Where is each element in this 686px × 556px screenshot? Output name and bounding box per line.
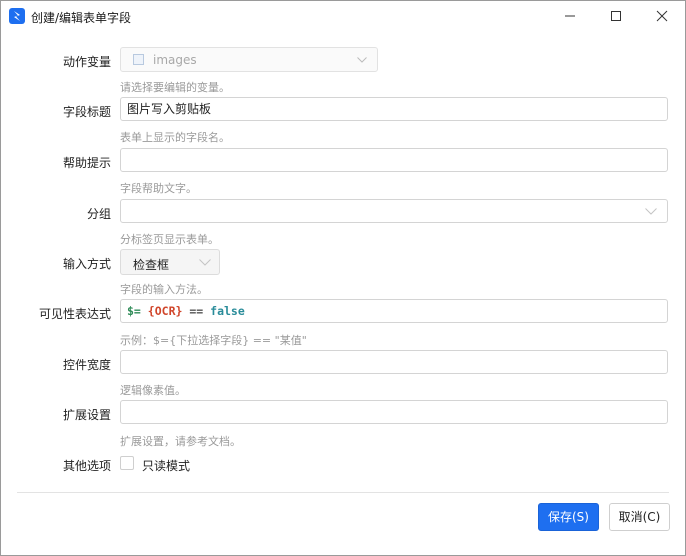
action-variable-value: images [153,53,197,67]
input-mode-label: 输入方式 [62,257,111,271]
minimize-button[interactable] [547,1,593,31]
footer-divider [17,492,669,493]
minimize-icon [565,15,575,17]
help-tip-input[interactable] [120,148,668,172]
close-icon [656,10,668,22]
field-title-value: 图片写入剪贴板 [127,102,212,116]
help-tip-label: 帮助提示 [62,156,111,170]
maximize-icon [611,11,621,21]
control-width-label: 控件宽度 [62,358,111,372]
app-logo-icon [9,8,25,24]
title-bar[interactable]: 创建/编辑表单字段 [1,1,685,31]
ext-settings-input[interactable] [120,400,668,424]
input-mode-select[interactable]: 检查框 [120,249,220,275]
expr-token-var: $= [127,304,141,318]
checkbox-icon [133,54,144,65]
action-variable-select[interactable]: images [120,47,378,72]
visibility-expr-input[interactable]: $= {OCR} == false [120,299,668,323]
visibility-expr-hint: 示例：$={下拉选择字段} == "某值" [120,334,307,347]
input-mode-hint: 字段的输入方法。 [120,283,208,296]
chevron-down-icon [199,259,211,266]
visibility-expr-label: 可见性表达式 [38,307,111,321]
group-select[interactable] [120,199,668,223]
other-options-label: 其他选项 [62,459,111,473]
action-variable-hint: 请选择要编辑的变量。 [120,81,230,94]
expr-token-keyword: false [210,304,245,318]
expr-token-op: == [189,304,204,318]
maximize-button[interactable] [593,1,639,31]
group-hint: 分标签页显示表单。 [120,233,219,246]
control-width-input[interactable] [120,350,668,374]
ext-settings-label: 扩展设置 [62,408,111,422]
help-tip-hint: 字段帮助文字。 [120,182,197,195]
input-mode-value: 检查框 [133,258,170,272]
dialog-window: 创建/编辑表单字段 动作变量 images 请选择要编辑的变量。 字段标题 图片… [0,0,686,556]
save-button[interactable]: 保存(S) [538,503,599,531]
field-title-label: 字段标题 [62,105,111,119]
field-title-hint: 表单上显示的字段名。 [120,131,230,144]
group-label: 分组 [86,207,111,221]
action-variable-label: 动作变量 [62,55,111,69]
control-width-hint: 逻辑像素值。 [120,384,186,397]
chevron-down-icon [645,208,657,215]
field-title-input[interactable]: 图片写入剪贴板 [120,97,668,121]
readonly-label[interactable]: 只读模式 [142,457,190,474]
window-title: 创建/编辑表单字段 [31,11,132,25]
cancel-button[interactable]: 取消(C) [609,503,670,531]
chevron-down-icon [357,57,367,63]
ext-settings-hint: 扩展设置，请参考文档。 [120,435,241,448]
close-button[interactable] [639,1,685,31]
readonly-checkbox[interactable] [120,456,134,470]
expr-token-ref: {OCR} [147,304,183,318]
